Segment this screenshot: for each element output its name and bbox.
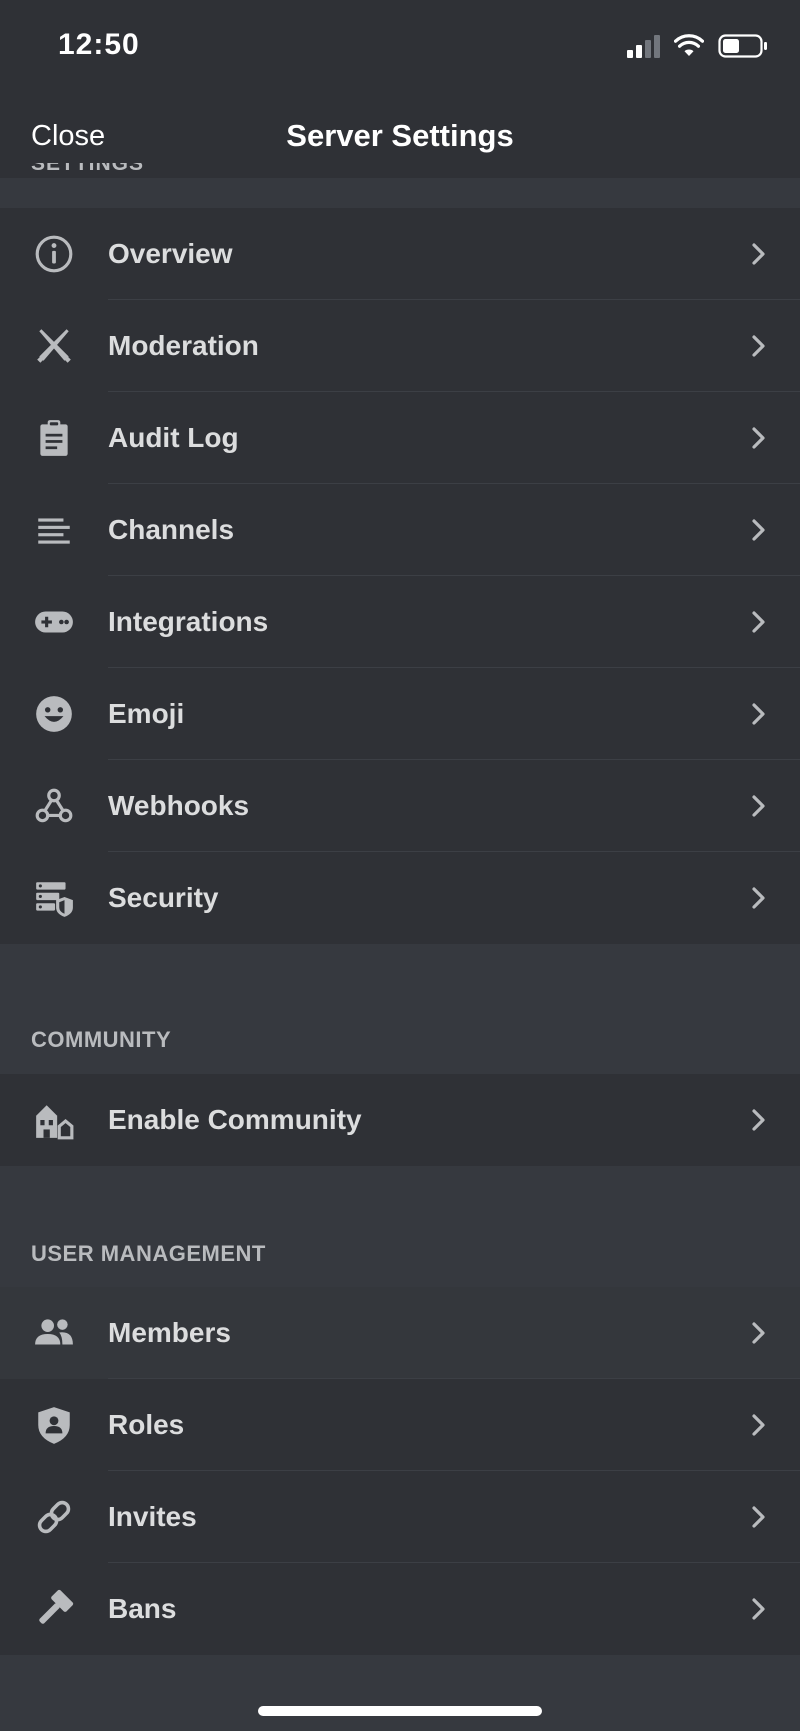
chevron-right-icon <box>752 611 765 633</box>
emoji-icon <box>32 692 76 736</box>
status-icons <box>627 34 768 58</box>
settings-item-label: Security <box>108 882 219 913</box>
info-icon <box>32 232 76 276</box>
hammer-icon <box>32 1587 76 1631</box>
section-header-user-management: USER MANAGEMENT <box>31 1241 266 1266</box>
settings-item-label: Integrations <box>108 606 269 637</box>
chevron-right-icon <box>752 519 765 541</box>
user-management-group: Members Roles Invites Bans <box>0 1287 800 1655</box>
settings-item-integrations[interactable]: Integrations <box>0 576 800 668</box>
chevron-right-icon <box>752 335 765 357</box>
status-bar: 12:50 <box>0 0 800 100</box>
chevron-right-icon <box>752 703 765 725</box>
lines-icon <box>32 508 76 552</box>
section-header-community: COMMUNITY <box>31 1027 172 1052</box>
community-item-label: Enable Community <box>108 1104 362 1135</box>
user-management-item-label: Roles <box>108 1409 185 1440</box>
settings-item-moderation[interactable]: Moderation <box>0 300 800 392</box>
webhook-icon <box>32 784 76 828</box>
chevron-right-icon <box>752 887 765 909</box>
chevron-right-icon <box>752 1322 765 1344</box>
settings-item-label: Audit Log <box>108 422 239 453</box>
settings-group: Overview Moderation Audit Log Channels I… <box>0 208 800 944</box>
link-icon <box>32 1495 76 1539</box>
battery-icon <box>718 34 767 58</box>
user-management-item-label: Invites <box>108 1501 197 1532</box>
settings-item-channels[interactable]: Channels <box>0 484 800 576</box>
user-management-item-roles[interactable]: Roles <box>0 1379 800 1471</box>
chevron-right-icon <box>752 1414 765 1436</box>
chevron-right-icon <box>752 1109 765 1131</box>
wifi-icon <box>674 34 704 56</box>
cellular-signal-icon <box>627 34 660 58</box>
section-header-settings: SETTINGS <box>31 163 145 175</box>
home-indicator[interactable] <box>258 1706 542 1716</box>
settings-item-emoji[interactable]: Emoji <box>0 668 800 760</box>
page-title: Server Settings <box>286 118 514 153</box>
community-group: Enable Community <box>0 1074 800 1166</box>
user-management-item-label: Members <box>108 1317 231 1348</box>
settings-item-label: Moderation <box>108 330 259 361</box>
settings-item-label: Webhooks <box>108 790 250 821</box>
user-management-item-members[interactable]: Members <box>0 1287 800 1379</box>
gamepad-icon <box>32 600 76 644</box>
settings-item-overview[interactable]: Overview <box>0 208 800 300</box>
user-management-item-bans[interactable]: Bans <box>0 1563 800 1655</box>
chevron-right-icon <box>752 1506 765 1528</box>
settings-item-audit-log[interactable]: Audit Log <box>0 392 800 484</box>
community-item-enable-community[interactable]: Enable Community <box>0 1074 800 1166</box>
role-shield-icon <box>32 1403 76 1447</box>
user-management-item-label: Bans <box>108 1593 177 1624</box>
settings-item-label: Channels <box>108 514 235 545</box>
swords-icon <box>32 324 76 368</box>
server-shield-icon <box>32 876 76 920</box>
chevron-right-icon <box>752 243 765 265</box>
chevron-right-icon <box>752 795 765 817</box>
community-icon <box>32 1098 76 1142</box>
settings-item-webhooks[interactable]: Webhooks <box>0 760 800 852</box>
settings-item-label: Emoji <box>108 698 185 729</box>
status-time: 12:50 <box>58 28 140 61</box>
clipboard-icon <box>32 416 76 460</box>
chevron-right-icon <box>752 1598 765 1620</box>
settings-item-security[interactable]: Security <box>0 852 800 944</box>
chevron-right-icon <box>752 427 765 449</box>
user-management-item-invites[interactable]: Invites <box>0 1471 800 1563</box>
people-icon <box>32 1311 76 1355</box>
settings-item-label: Overview <box>108 238 233 269</box>
